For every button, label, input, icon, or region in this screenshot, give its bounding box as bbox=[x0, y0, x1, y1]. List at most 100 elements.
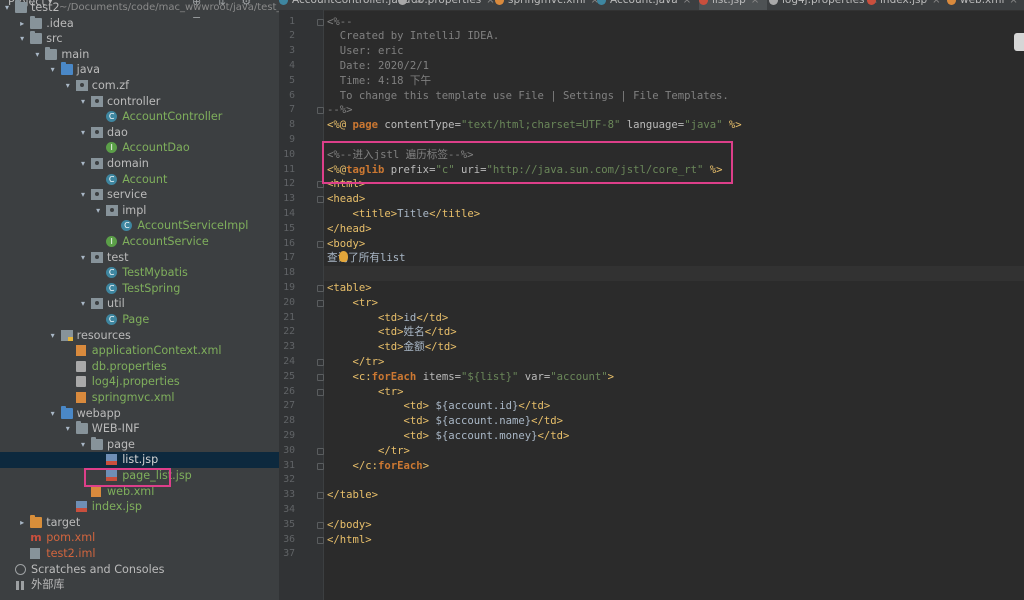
code-line[interactable]: <td> ${account.id}</td> bbox=[327, 399, 551, 414]
tree-item[interactable]: ▾ main bbox=[0, 46, 279, 63]
expand-arrow-icon[interactable]: ▾ bbox=[78, 250, 88, 266]
tree-item[interactable]: ▾ service bbox=[0, 187, 279, 203]
fold-marker-icon[interactable] bbox=[317, 447, 324, 455]
tree-item[interactable]: springmvc.xml bbox=[0, 390, 279, 406]
code-line[interactable]: <c:forEach items="${list}" var="account"… bbox=[327, 370, 615, 385]
code-line[interactable]: </html> bbox=[327, 533, 372, 548]
tree-item[interactable]: ▾ impl bbox=[0, 203, 279, 219]
fold-marker-icon[interactable] bbox=[317, 521, 324, 529]
code-line[interactable]: </tr> bbox=[327, 355, 385, 370]
tree-item[interactable]: db.properties bbox=[0, 359, 279, 375]
tree-item[interactable]: ▾ resources bbox=[0, 328, 279, 344]
tree-item[interactable]: ▾ util bbox=[0, 296, 279, 312]
fold-marker-icon[interactable] bbox=[317, 388, 324, 396]
code-line[interactable]: Time: 4:18 下午 bbox=[327, 74, 431, 89]
code-line[interactable]: <%-- bbox=[327, 15, 353, 30]
tree-item[interactable]: ▾ com.zf bbox=[0, 78, 279, 94]
code-line[interactable]: <td> ${account.money}</td> bbox=[327, 429, 570, 444]
expand-arrow-icon[interactable]: ▾ bbox=[48, 406, 58, 422]
code-line[interactable]: <td>id</td> bbox=[327, 311, 448, 326]
tree-item[interactable]: ▸ target bbox=[0, 514, 279, 531]
code-line[interactable]: <title>Title</title> bbox=[327, 207, 481, 222]
code-line[interactable]: <%@ page contentType="text/html;charset=… bbox=[327, 118, 742, 133]
tree-item[interactable]: C Account bbox=[0, 172, 279, 188]
expand-arrow-icon[interactable]: ▾ bbox=[78, 296, 88, 312]
tree-item[interactable]: list.jsp bbox=[0, 452, 279, 468]
tree-item[interactable]: ▾ domain bbox=[0, 156, 279, 172]
tree-item[interactable]: I AccountDao bbox=[0, 140, 279, 156]
code-line[interactable]: <head> bbox=[327, 192, 365, 207]
tree-item[interactable]: C TestSpring bbox=[0, 281, 279, 297]
tree-item[interactable]: index.jsp bbox=[0, 499, 279, 515]
code-line[interactable]: </head> bbox=[327, 222, 372, 237]
tree-item[interactable]: ▾ dao bbox=[0, 125, 279, 141]
fold-marker-icon[interactable] bbox=[317, 196, 324, 204]
code-line[interactable]: <tr> bbox=[327, 385, 404, 400]
fold-marker-icon[interactable] bbox=[317, 284, 324, 292]
expand-arrow-icon[interactable]: ▾ bbox=[78, 94, 88, 110]
expand-arrow-icon[interactable]: ▾ bbox=[17, 31, 27, 47]
tree-item[interactable]: Scratches and Consoles bbox=[0, 562, 279, 578]
tree-item[interactable]: ▾ page bbox=[0, 436, 279, 453]
tree-item[interactable]: ▾ controller bbox=[0, 94, 279, 110]
tree-item[interactable]: ▾ java bbox=[0, 62, 279, 78]
code-line[interactable]: </c:forEach> bbox=[327, 459, 430, 474]
code-line[interactable]: User: eric bbox=[327, 44, 404, 59]
tree-item[interactable]: ▸ .idea bbox=[0, 15, 279, 32]
expand-arrow-icon[interactable]: ▾ bbox=[78, 156, 88, 172]
tree-item[interactable]: log4j.properties bbox=[0, 374, 279, 390]
code-line[interactable]: </body> bbox=[327, 518, 372, 533]
code-line[interactable]: <body> bbox=[327, 237, 365, 252]
code-line[interactable]: --%> bbox=[327, 103, 353, 118]
expand-arrow-icon[interactable]: ▾ bbox=[78, 125, 88, 141]
collapse-arrow-icon[interactable]: ▸ bbox=[17, 16, 27, 32]
tree-item[interactable]: I AccountService bbox=[0, 234, 279, 250]
code-line[interactable]: <table> bbox=[327, 281, 372, 296]
code-line[interactable] bbox=[324, 266, 1024, 281]
fold-marker-icon[interactable] bbox=[317, 373, 324, 381]
tree-item[interactable]: C AccountServiceImpl bbox=[0, 218, 279, 234]
collapse-arrow-icon[interactable]: ▸ bbox=[17, 515, 27, 531]
expand-arrow-icon[interactable]: ▾ bbox=[48, 62, 58, 78]
code-editor[interactable]: <%-- Created by IntelliJ IDEA. User: eri… bbox=[324, 0, 1024, 600]
expand-arrow-icon[interactable]: ▾ bbox=[78, 187, 88, 203]
code-line[interactable]: To change this template use File | Setti… bbox=[327, 89, 729, 104]
tree-item[interactable]: applicationContext.xml bbox=[0, 343, 279, 359]
tree-item[interactable]: C Page bbox=[0, 312, 279, 328]
fold-marker-icon[interactable] bbox=[317, 358, 324, 366]
tree-item[interactable]: ▾ test bbox=[0, 250, 279, 266]
lightbulb-icon[interactable] bbox=[339, 251, 348, 262]
tree-item[interactable]: C TestMybatis bbox=[0, 265, 279, 281]
code-line[interactable]: Date: 2020/2/1 bbox=[327, 59, 429, 74]
tree-item[interactable]: test2.iml bbox=[0, 546, 279, 562]
fold-marker-icon[interactable] bbox=[317, 240, 324, 248]
fold-marker-icon[interactable] bbox=[317, 18, 324, 26]
expand-arrow-icon[interactable]: ▾ bbox=[63, 78, 73, 94]
code-line[interactable]: <tr> bbox=[327, 296, 379, 311]
fold-marker-icon[interactable] bbox=[317, 107, 324, 115]
code-line[interactable]: <td>金额</td> bbox=[327, 340, 457, 355]
tree-item[interactable]: 外部库 bbox=[0, 577, 279, 593]
chrome-browser-icon[interactable] bbox=[1014, 33, 1024, 51]
expand-arrow-icon[interactable]: ▾ bbox=[32, 47, 42, 63]
expand-arrow-icon[interactable]: ▾ bbox=[93, 203, 103, 219]
expand-arrow-icon[interactable]: ▾ bbox=[48, 328, 58, 344]
tree-item[interactable]: C AccountController bbox=[0, 109, 279, 125]
code-line[interactable]: </tr> bbox=[327, 444, 410, 459]
tree-item[interactable]: m pom.xml bbox=[0, 530, 279, 546]
code-line[interactable]: <td>姓名</td> bbox=[327, 325, 457, 340]
tree-item[interactable]: ▾ webapp bbox=[0, 405, 279, 422]
code-line[interactable]: </table> bbox=[327, 488, 378, 503]
fold-marker-icon[interactable] bbox=[317, 462, 324, 470]
tree-item[interactable]: ▾ src bbox=[0, 31, 279, 47]
tree-item[interactable]: ▾ test2 ~/Documents/code/mac_wwwroot/java… bbox=[0, 0, 279, 16]
expand-arrow-icon[interactable]: ▾ bbox=[2, 0, 12, 16]
fold-marker-icon[interactable] bbox=[317, 492, 324, 500]
expand-arrow-icon[interactable]: ▾ bbox=[63, 421, 73, 437]
expand-arrow-icon[interactable]: ▾ bbox=[78, 437, 88, 453]
code-line[interactable]: <td> ${account.name}</td> bbox=[327, 414, 563, 429]
fold-marker-icon[interactable] bbox=[317, 536, 324, 544]
fold-marker-icon[interactable] bbox=[317, 299, 324, 307]
code-line[interactable]: Created by IntelliJ IDEA. bbox=[327, 29, 499, 44]
tree-item[interactable]: ▾ WEB-INF bbox=[0, 421, 279, 437]
